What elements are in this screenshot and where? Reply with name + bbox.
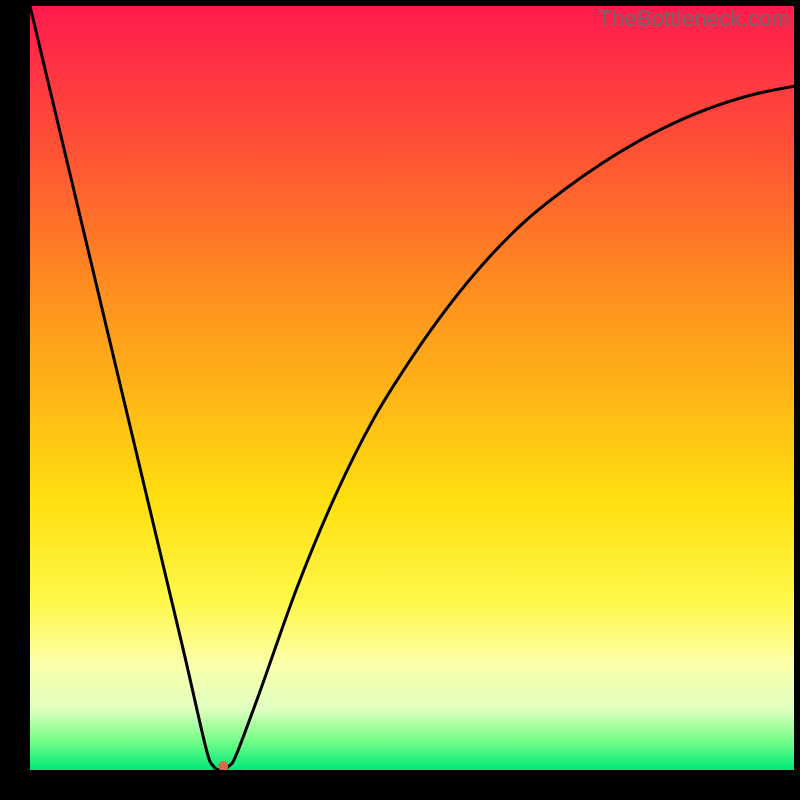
chart-svg — [30, 6, 794, 770]
chart-frame: TheBottleneck.com — [0, 0, 800, 800]
bottleneck-curve-path — [30, 6, 794, 770]
watermark-text: TheBottleneck.com — [598, 6, 790, 32]
minimum-marker — [218, 761, 228, 770]
plot-area — [30, 6, 794, 770]
